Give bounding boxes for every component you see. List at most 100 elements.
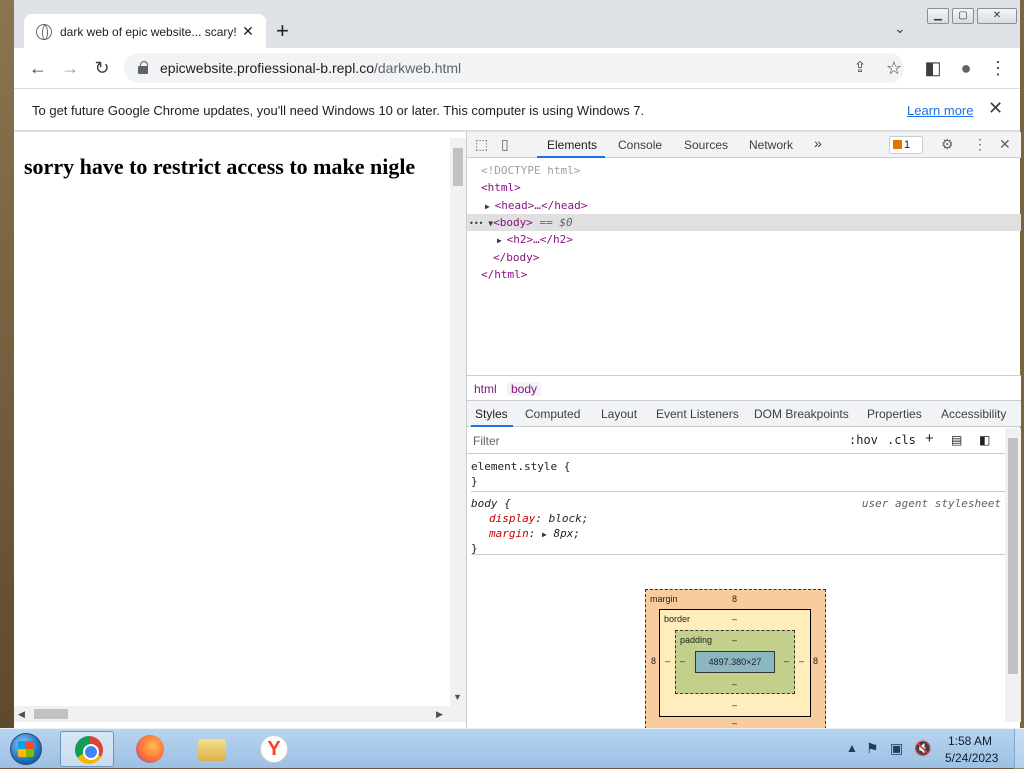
dom-head-node[interactable]: ▶ <head>…</head>	[467, 197, 1021, 214]
tab-event-listeners[interactable]: Event Listeners	[656, 407, 739, 421]
page-heading: sorry have to restrict access to make ni…	[24, 154, 416, 179]
tab-dom-breakpoints[interactable]: DOM Breakpoints	[754, 407, 849, 421]
dom-tree: <!DOCTYPE html> <html> ▶ <head>…</head> …	[467, 159, 1021, 379]
devtools-menu-icon[interactable]: ⋮	[973, 136, 987, 153]
breadcrumb-html[interactable]: html	[474, 382, 497, 396]
dom-html-close[interactable]: </html>	[467, 266, 1021, 283]
scroll-down-arrow-icon[interactable]: ▼	[453, 692, 462, 702]
padding-label: padding	[680, 635, 713, 645]
inspect-element-icon[interactable]: ⬚	[475, 136, 488, 153]
tab-sources[interactable]: Sources	[684, 138, 728, 152]
expand-triangle-icon[interactable]: ▶	[497, 236, 507, 245]
styles-filter-input[interactable]: Filter	[473, 434, 843, 448]
scroll-right-arrow-icon[interactable]: ▶	[436, 709, 443, 720]
clock-date[interactable]: 5/24/2023	[945, 751, 998, 765]
new-rule-plus-icon[interactable]: +	[925, 430, 934, 447]
url-path: /darkweb.html	[374, 60, 462, 76]
minimize-button[interactable]: ▁	[927, 8, 949, 24]
paint-brush-icon[interactable]: ▤	[951, 433, 962, 447]
tab-accessibility[interactable]: Accessibility	[941, 407, 1006, 421]
taskbar-yandex[interactable]: Y	[246, 731, 300, 767]
padding-right-value: –	[784, 656, 790, 666]
devtools-panel: ⬚ ▯ Elements Console Sources Network » 1…	[466, 132, 1021, 729]
page-horizontal-scroll-thumb[interactable]	[34, 709, 68, 719]
css-prop-margin[interactable]: margin: ▶ 8px;	[489, 526, 580, 542]
box-model-content[interactable]: 4897.380×27	[695, 651, 775, 673]
close-window-button[interactable]: ✕	[977, 8, 1017, 24]
side-panel-icon[interactable]: ◧	[921, 56, 945, 80]
menu-kebab-icon[interactable]: ⋮	[986, 56, 1010, 80]
tab-console[interactable]: Console	[618, 138, 662, 152]
maximize-button[interactable]: ▢	[952, 8, 974, 24]
dom-h2-node[interactable]: ▶ <h2>…</h2>	[467, 231, 1021, 248]
expand-shorthand-icon[interactable]: ▶	[542, 530, 547, 539]
tab-computed[interactable]: Computed	[525, 407, 580, 421]
padding-left-value: –	[680, 656, 686, 666]
page-horizontal-scrollbar[interactable]	[14, 706, 466, 722]
styles-filter-bar: Filter :hov .cls + ▤ ◧	[467, 428, 1005, 454]
address-bar[interactable]: epicwebsite.profiessional-b.repl.co/dark…	[124, 53, 904, 83]
share-icon[interactable]: ⇪	[848, 56, 872, 80]
expand-triangle-icon[interactable]: ▶	[485, 202, 495, 211]
desktop-background-left	[0, 0, 14, 728]
taskbar-firefox[interactable]	[122, 731, 176, 767]
border-left-value: –	[665, 656, 671, 666]
device-toolbar-icon[interactable]: ▯	[501, 136, 509, 153]
css-prop-display[interactable]: display: block;	[489, 511, 588, 526]
start-button[interactable]	[4, 731, 48, 767]
active-tab-underline	[537, 156, 605, 158]
element-style-rule[interactable]: element.style { }	[471, 456, 1005, 492]
dom-doctype[interactable]: <!DOCTYPE html>	[467, 162, 1021, 179]
toggle-sidebar-icon[interactable]: ◧	[979, 433, 990, 447]
close-devtools-icon[interactable]: ✕	[999, 136, 1011, 153]
tab-close-icon[interactable]: ✕	[240, 23, 256, 40]
issues-counter-button[interactable]: 1	[889, 136, 923, 154]
reload-icon[interactable]: ↻	[90, 56, 114, 80]
taskbar-explorer[interactable]	[184, 731, 238, 767]
infobar-close-icon[interactable]: ✕	[988, 98, 1003, 119]
clock-time[interactable]: 1:58 AM	[948, 734, 992, 748]
dom-body-node[interactable]: ••• ▼<body> == $0	[467, 214, 1021, 231]
settings-gear-icon[interactable]: ⚙	[941, 136, 954, 153]
action-center-flag-icon[interactable]: ⚑	[866, 740, 879, 757]
bookmark-star-icon[interactable]: ☆	[882, 56, 906, 80]
border-top-value: –	[732, 614, 738, 624]
profile-avatar-icon[interactable]: ●	[954, 56, 978, 80]
class-toggle[interactable]: .cls	[887, 433, 916, 447]
scroll-left-arrow-icon[interactable]: ◀	[18, 709, 25, 720]
dom-body-close[interactable]: </body>	[467, 249, 1021, 266]
page-viewport: sorry have to restrict access to make ni…	[14, 132, 466, 728]
tray-expand-arrow-icon[interactable]: ▲	[846, 741, 858, 755]
learn-more-link[interactable]: Learn more	[907, 103, 973, 118]
tab-layout[interactable]: Layout	[601, 407, 637, 421]
browser-toolbar: ← → ↻ epicwebsite.profiessional-b.repl.c…	[14, 48, 1020, 88]
tab-styles[interactable]: Styles	[475, 407, 508, 421]
border-right-value: –	[799, 656, 805, 666]
tab-elements[interactable]: Elements	[547, 138, 597, 152]
ellipsis-icon[interactable]: •••	[469, 219, 488, 228]
hover-state-toggle[interactable]: :hov	[849, 433, 878, 447]
tab-search-chevron-icon[interactable]: ⌄	[894, 20, 906, 37]
more-tabs-icon[interactable]: »	[814, 135, 822, 151]
styles-scroll-thumb[interactable]	[1008, 438, 1018, 674]
back-arrow-icon[interactable]: ←	[26, 56, 50, 80]
user-agent-source: user agent stylesheet	[861, 497, 1001, 510]
dom-html-open[interactable]: <html>	[467, 179, 1021, 196]
forward-arrow-icon[interactable]: →	[58, 56, 82, 80]
tab-network[interactable]: Network	[749, 138, 793, 152]
page-vertical-scroll-thumb[interactable]	[453, 148, 463, 186]
url-text: epicwebsite.profiessional-b.repl.co/dark…	[160, 60, 461, 76]
tab-properties[interactable]: Properties	[867, 407, 922, 421]
issues-count: 1	[904, 139, 911, 151]
body-rule[interactable]: body { user agent stylesheet display: bl…	[471, 493, 1005, 555]
network-icon[interactable]: ▣	[890, 740, 903, 757]
volume-muted-icon[interactable]: 🔇	[914, 740, 931, 757]
page-vertical-scrollbar[interactable]	[450, 138, 466, 706]
lock-icon	[138, 61, 148, 74]
browser-tab[interactable]: dark web of epic website... scary! ✕	[24, 14, 266, 49]
breadcrumb: html body	[467, 375, 1021, 401]
new-tab-button[interactable]: +	[276, 20, 289, 42]
taskbar-chrome[interactable]	[60, 731, 114, 767]
show-desktop-button[interactable]	[1014, 729, 1024, 769]
breadcrumb-body[interactable]: body	[507, 382, 542, 396]
